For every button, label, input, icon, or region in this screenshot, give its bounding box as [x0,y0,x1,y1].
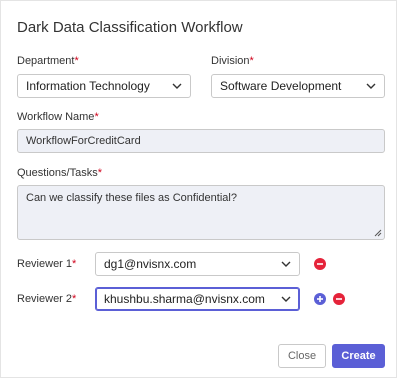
division-value: Software Development [220,79,342,93]
resize-grip-icon[interactable] [374,229,382,237]
reviewer-2-label-text: Reviewer 2 [17,293,73,305]
required-marker: * [94,111,99,123]
plus-circle-icon [317,296,323,302]
reviewer-2-select[interactable]: khushbu.sharma@nvisnx.com [95,287,300,311]
reviewer-1-label: Reviewer 1* [17,258,76,270]
workflow-dialog: Dark Data Classification Workflow Depart… [0,0,397,378]
department-select[interactable]: Information Technology [17,74,191,98]
create-button[interactable]: Create [332,344,385,368]
required-marker: * [72,293,77,305]
add-reviewer-button[interactable] [314,293,326,305]
remove-reviewer-2-button[interactable] [333,293,345,305]
minus-circle-icon [317,263,323,265]
questions-label-text: Questions/Tasks [17,167,98,179]
required-marker: * [72,258,77,270]
questions-label: Questions/Tasks* [17,167,102,179]
questions-textarea[interactable]: Can we classify these files as Confident… [17,185,385,240]
division-label: Division* [211,55,254,67]
workflow-name-value: WorkflowForCreditCard [26,135,141,147]
department-value: Information Technology [26,79,150,93]
close-button[interactable]: Close [278,344,326,368]
reviewer-1-select[interactable]: dg1@nvisnx.com [95,252,300,276]
minus-circle-icon [336,298,342,300]
department-label: Department* [17,55,79,67]
workflow-name-field[interactable]: WorkflowForCreditCard [17,129,385,153]
dialog-title: Dark Data Classification Workflow [17,19,243,36]
workflow-name-label: Workflow Name* [17,111,99,123]
reviewer-1-value: dg1@nvisnx.com [104,257,197,271]
division-select[interactable]: Software Development [211,74,385,98]
department-label-text: Department [17,55,75,67]
reviewer-2-label: Reviewer 2* [17,293,76,305]
required-marker: * [74,55,79,67]
chevron-down-icon [281,296,291,302]
reviewer-2-value: khushbu.sharma@nvisnx.com [104,292,265,306]
workflow-name-label-text: Workflow Name [17,111,95,123]
remove-reviewer-1-button[interactable] [314,258,326,270]
chevron-down-icon [366,83,376,89]
division-label-text: Division [211,55,250,67]
chevron-down-icon [172,83,182,89]
chevron-down-icon [281,261,291,267]
required-marker: * [249,55,254,67]
reviewer-1-label-text: Reviewer 1 [17,258,73,270]
questions-value: Can we classify these files as Confident… [26,192,237,204]
required-marker: * [97,167,102,179]
